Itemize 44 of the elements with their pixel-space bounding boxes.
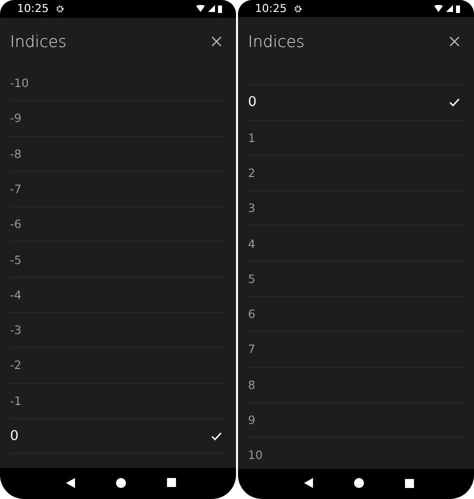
wifi-icon xyxy=(196,5,205,12)
home-icon[interactable] xyxy=(116,478,126,488)
gear-icon xyxy=(56,4,64,13)
check-icon xyxy=(449,98,460,107)
index-option[interactable]: 3 xyxy=(248,191,464,226)
battery-icon xyxy=(218,4,222,13)
index-option[interactable]: 6 xyxy=(248,297,464,332)
check-icon xyxy=(211,432,222,441)
index-option[interactable]: 7 xyxy=(248,332,464,368)
index-option[interactable]: 9 xyxy=(248,402,464,438)
close-icon[interactable] xyxy=(211,36,222,48)
status-time: 10:25 xyxy=(255,2,287,16)
index-option[interactable]: 10 xyxy=(248,438,464,470)
status-time: 10:25 xyxy=(17,2,49,16)
index-option[interactable]: -4 xyxy=(10,278,226,313)
dialog-title: Indices xyxy=(248,32,304,51)
index-option[interactable]: 1 xyxy=(248,120,464,156)
back-icon[interactable] xyxy=(66,478,76,488)
index-option[interactable]: -8 xyxy=(10,136,226,172)
battery-icon xyxy=(456,4,460,13)
index-option[interactable]: 8 xyxy=(248,368,464,403)
index-option[interactable]: -9 xyxy=(10,101,226,137)
index-option[interactable]: 5 xyxy=(248,262,464,298)
dialog-title: Indices xyxy=(10,32,66,52)
index-option[interactable]: -5 xyxy=(10,242,226,278)
recents-icon[interactable] xyxy=(166,478,176,488)
index-option[interactable]: -2 xyxy=(10,348,226,384)
close-icon[interactable] xyxy=(449,36,460,47)
index-option[interactable]: 0 xyxy=(10,418,226,454)
index-option[interactable]: 0 xyxy=(248,85,464,121)
home-icon[interactable] xyxy=(354,478,364,488)
index-option[interactable]: -1 xyxy=(10,384,226,419)
index-option[interactable]: -7 xyxy=(10,172,226,208)
index-option[interactable]: -3 xyxy=(10,313,226,348)
index-option[interactable]: -10 xyxy=(10,66,226,102)
index-option[interactable]: 2 xyxy=(248,156,464,192)
wifi-icon xyxy=(434,5,443,12)
index-option[interactable]: 4 xyxy=(248,226,464,262)
gear-icon xyxy=(294,4,302,13)
signal-icon xyxy=(208,5,215,12)
signal-icon xyxy=(446,5,453,12)
index-option[interactable]: -6 xyxy=(10,207,226,242)
recents-icon[interactable] xyxy=(404,478,414,488)
back-icon[interactable] xyxy=(304,478,314,488)
